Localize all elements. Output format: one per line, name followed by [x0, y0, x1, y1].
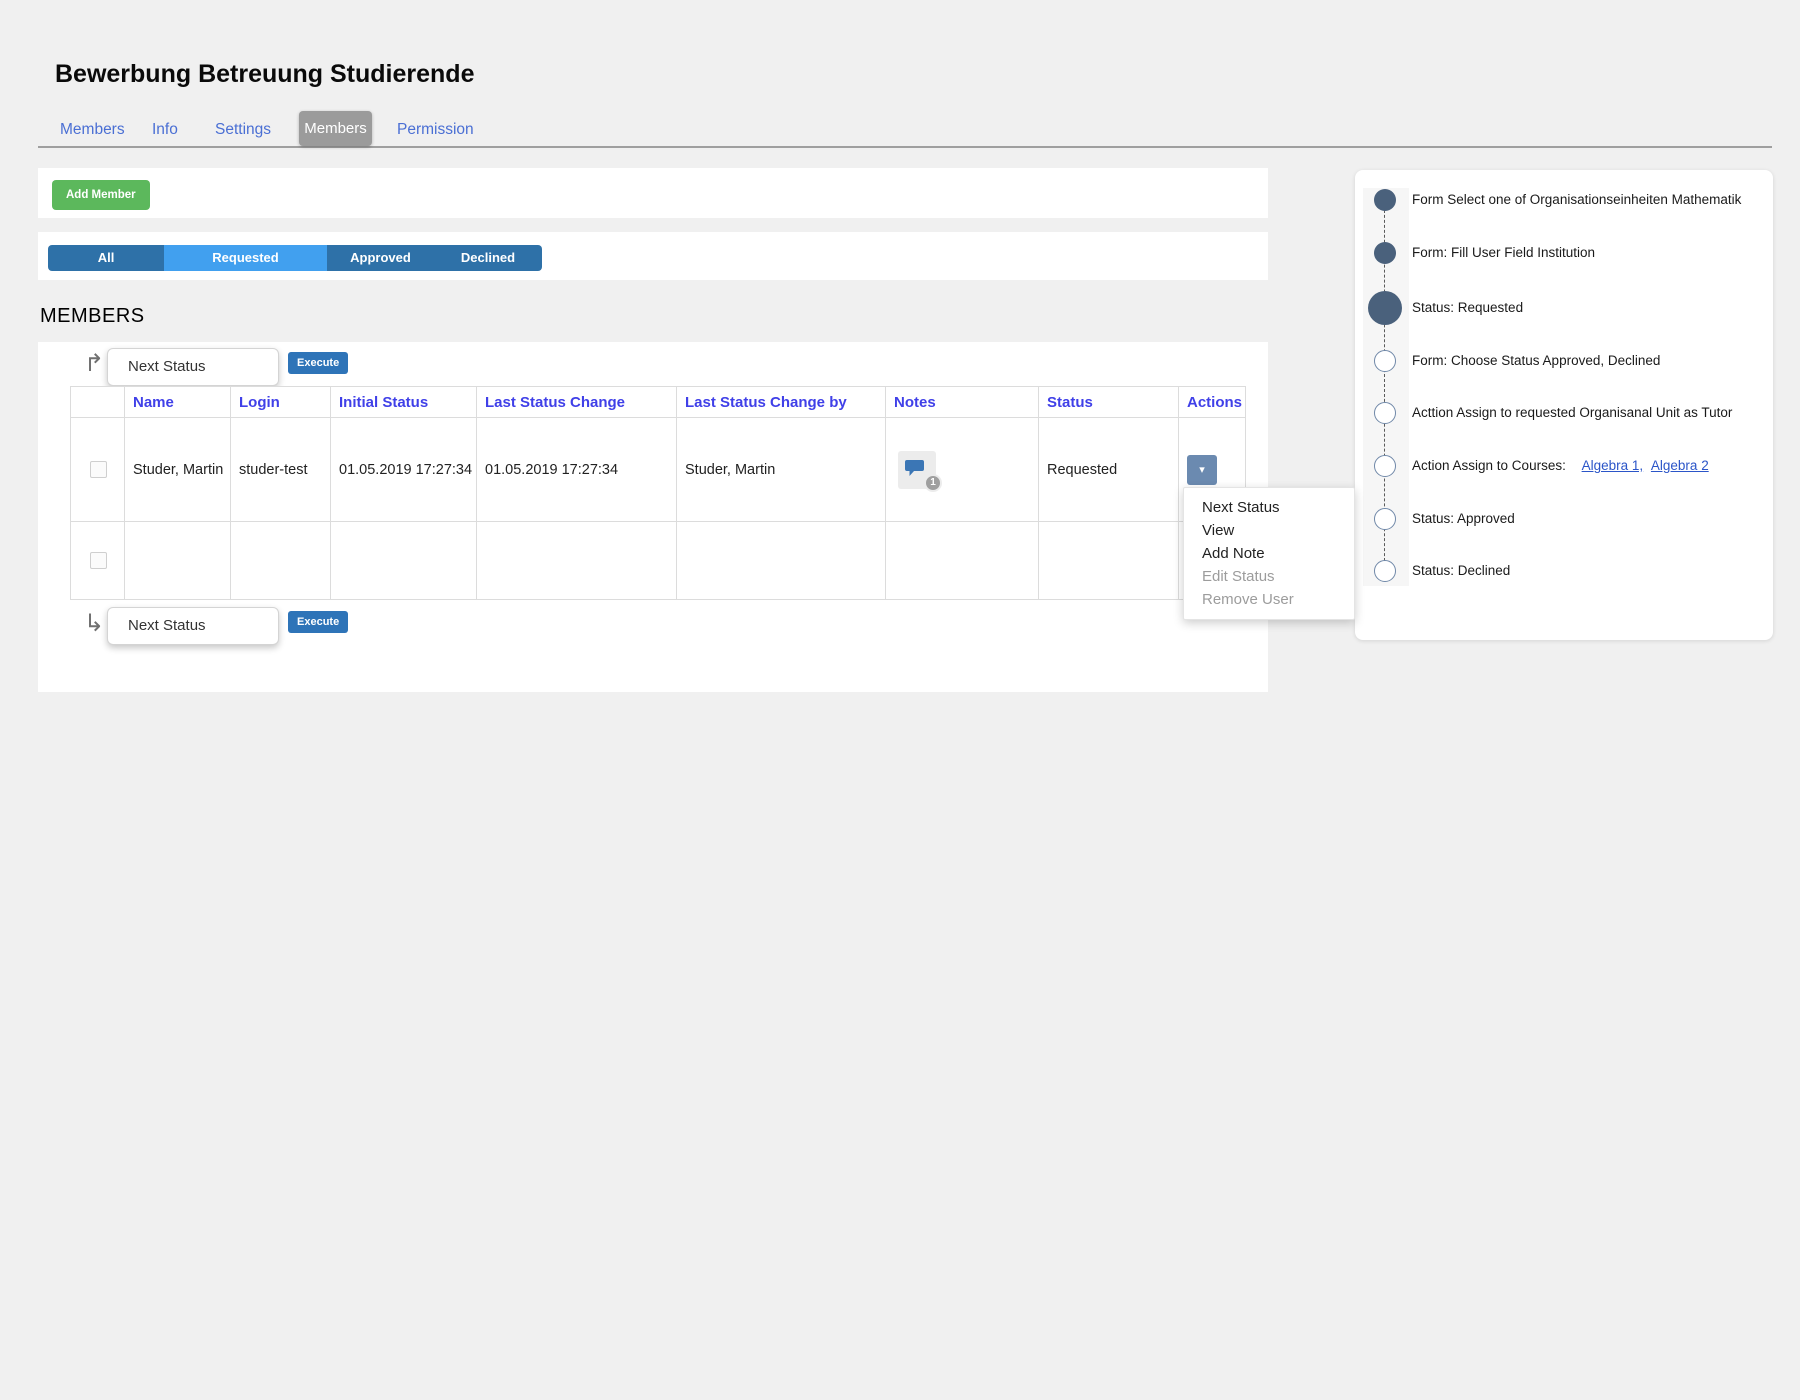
- workflow-step-label: Status: Declined: [1412, 561, 1510, 581]
- workflow-step-label: Form Select one of Organisationseinheite…: [1412, 190, 1741, 210]
- tab-members[interactable]: Members: [60, 121, 125, 139]
- step-done-icon: [1374, 189, 1396, 211]
- workflow-step-label: Action Assign to Courses: Algebra 1, Alg…: [1412, 456, 1709, 476]
- col-select: [71, 387, 125, 418]
- execute-button-bottom[interactable]: Execute: [288, 611, 348, 633]
- workflow-step-label: Status: Approved: [1412, 509, 1515, 529]
- cell-status: Requested: [1039, 418, 1179, 522]
- col-initial-status[interactable]: Initial Status: [331, 387, 477, 418]
- menu-item-add-note[interactable]: Add Note: [1184, 542, 1354, 565]
- members-tab-tooltip: Members: [299, 111, 372, 146]
- page: Bewerbung Betreuung Studierende Members …: [0, 0, 1800, 1400]
- col-name[interactable]: Name: [125, 387, 231, 418]
- level-up-icon: ↱: [84, 352, 104, 376]
- course-link-algebra-1[interactable]: Algebra 1,: [1582, 458, 1644, 473]
- tabs-divider: [38, 146, 1772, 148]
- add-member-button[interactable]: Add Member: [52, 180, 150, 210]
- status-filter-group: All Requested Approved Declined: [48, 245, 542, 271]
- members-table: Name Login Initial Status Last Status Ch…: [70, 386, 1246, 600]
- menu-item-next-status[interactable]: Next Status: [1184, 496, 1354, 519]
- filter-approved[interactable]: Approved: [327, 245, 434, 271]
- table-row: Studer, Martin studer-test 01.05.2019 17…: [71, 418, 1246, 522]
- filter-declined[interactable]: Declined: [434, 245, 542, 271]
- col-last-status-change[interactable]: Last Status Change: [477, 387, 677, 418]
- course-link-algebra-2[interactable]: Algebra 2: [1651, 458, 1709, 473]
- menu-item-remove-user: Remove User: [1184, 588, 1354, 611]
- members-heading: MEMBERS: [40, 305, 145, 328]
- workflow-step-label-text: Action Assign to Courses:: [1412, 458, 1566, 473]
- filter-requested[interactable]: Requested: [164, 245, 327, 271]
- step-current-icon: [1368, 291, 1402, 325]
- next-status-select-top[interactable]: Next Status: [107, 348, 279, 386]
- cell-initial-status: 01.05.2019 17:27:34: [331, 418, 477, 522]
- step-pending-icon: [1374, 508, 1396, 530]
- notes-count-badge: 1: [924, 474, 942, 492]
- tab-settings[interactable]: Settings: [215, 121, 271, 139]
- page-title: Bewerbung Betreuung Studierende: [55, 60, 474, 89]
- col-last-status-change-by[interactable]: Last Status Change by: [677, 387, 886, 418]
- tab-info[interactable]: Info: [152, 121, 178, 139]
- workflow-step-label: Form: Choose Status Approved, Declined: [1412, 351, 1660, 371]
- toolbar-panel: [38, 168, 1268, 218]
- caret-down-icon: ▾: [1199, 464, 1205, 476]
- step-pending-icon: [1374, 350, 1396, 372]
- filter-all[interactable]: All: [48, 245, 164, 271]
- actions-menu: Next Status View Add Note Edit Status Re…: [1183, 487, 1355, 620]
- workflow-step-label: Form: Fill User Field Institution: [1412, 243, 1595, 263]
- step-pending-icon: [1374, 455, 1396, 477]
- notes-button[interactable]: 1: [898, 451, 936, 489]
- cell-login: studer-test: [231, 418, 331, 522]
- level-down-icon: ↳: [84, 612, 104, 636]
- col-notes[interactable]: Notes: [886, 387, 1039, 418]
- cell-name: Studer, Martin: [125, 418, 231, 522]
- tab-permission[interactable]: Permission: [397, 121, 474, 139]
- workflow-step-label: Acttion Assign to requested Organisanal …: [1412, 403, 1732, 423]
- menu-item-edit-status: Edit Status: [1184, 565, 1354, 588]
- actions-dropdown-button[interactable]: ▾: [1187, 455, 1217, 485]
- row-checkbox[interactable]: [90, 552, 107, 569]
- step-pending-icon: [1374, 560, 1396, 582]
- col-status[interactable]: Status: [1039, 387, 1179, 418]
- col-login[interactable]: Login: [231, 387, 331, 418]
- cell-last-status-change-by: Studer, Martin: [677, 418, 886, 522]
- step-pending-icon: [1374, 402, 1396, 424]
- step-done-icon: [1374, 242, 1396, 264]
- next-status-select-bottom[interactable]: Next Status: [107, 607, 279, 645]
- row-checkbox[interactable]: [90, 461, 107, 478]
- menu-item-view[interactable]: View: [1184, 519, 1354, 542]
- col-actions[interactable]: Actions: [1179, 387, 1246, 418]
- workflow-step-label: Status: Requested: [1412, 298, 1523, 318]
- execute-button-top[interactable]: Execute: [288, 352, 348, 374]
- cell-last-status-change: 01.05.2019 17:27:34: [477, 418, 677, 522]
- table-header-row: Name Login Initial Status Last Status Ch…: [71, 387, 1246, 418]
- table-row-empty: [71, 522, 1246, 600]
- workflow-sidebar: Form Select one of Organisationseinheite…: [1355, 170, 1773, 640]
